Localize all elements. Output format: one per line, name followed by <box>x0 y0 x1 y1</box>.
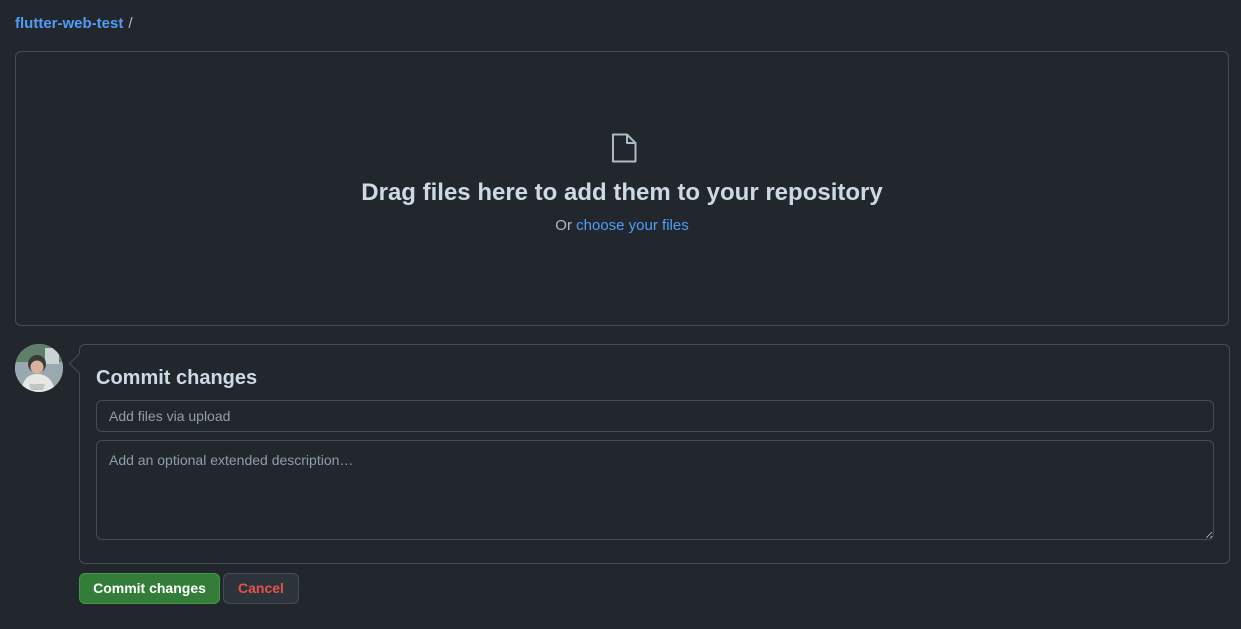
dropzone-prefix: Or <box>555 217 572 234</box>
commit-panel: Commit changes <box>68 344 1230 564</box>
avatar-image <box>15 344 63 392</box>
commit-description-input[interactable] <box>96 440 1214 540</box>
file-icon <box>612 133 637 163</box>
commit-panel-caret <box>68 352 91 375</box>
repo-link[interactable]: flutter-web-test <box>15 15 123 32</box>
commit-summary-input[interactable] <box>96 400 1214 432</box>
commit-title: Commit changes <box>96 367 258 389</box>
file-dropzone[interactable]: Drag files here to add them to your repo… <box>15 51 1229 326</box>
dropzone-subtitle: Or choose your files <box>16 216 1228 236</box>
commit-changes-button[interactable]: Commit changes <box>79 573 220 604</box>
choose-files-link[interactable]: choose your files <box>576 217 689 234</box>
dropzone-title: Drag files here to add them to your repo… <box>361 179 883 206</box>
breadcrumb-separator: / <box>128 15 133 32</box>
cancel-button[interactable]: Cancel <box>223 573 299 604</box>
user-avatar[interactable] <box>15 344 63 392</box>
breadcrumb: flutter-web-test / <box>15 14 133 34</box>
